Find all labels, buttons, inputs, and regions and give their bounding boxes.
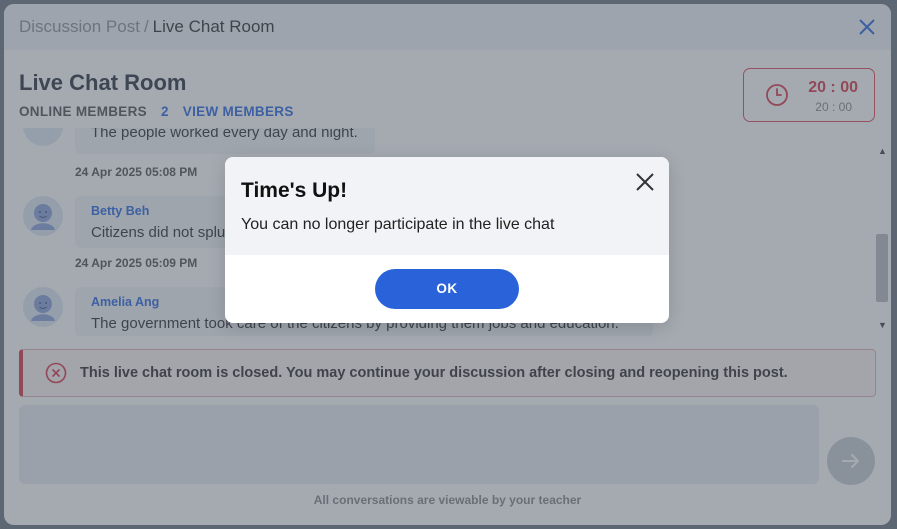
dialog-title: Time's Up!: [241, 179, 348, 202]
dialog-message: You can no longer participate in the liv…: [241, 216, 555, 233]
dialog-header: Time's Up! You can no longer participate…: [225, 157, 669, 255]
ok-button[interactable]: OK: [375, 269, 519, 309]
times-up-dialog: Time's Up! You can no longer participate…: [225, 157, 669, 323]
close-icon[interactable]: [634, 171, 656, 193]
